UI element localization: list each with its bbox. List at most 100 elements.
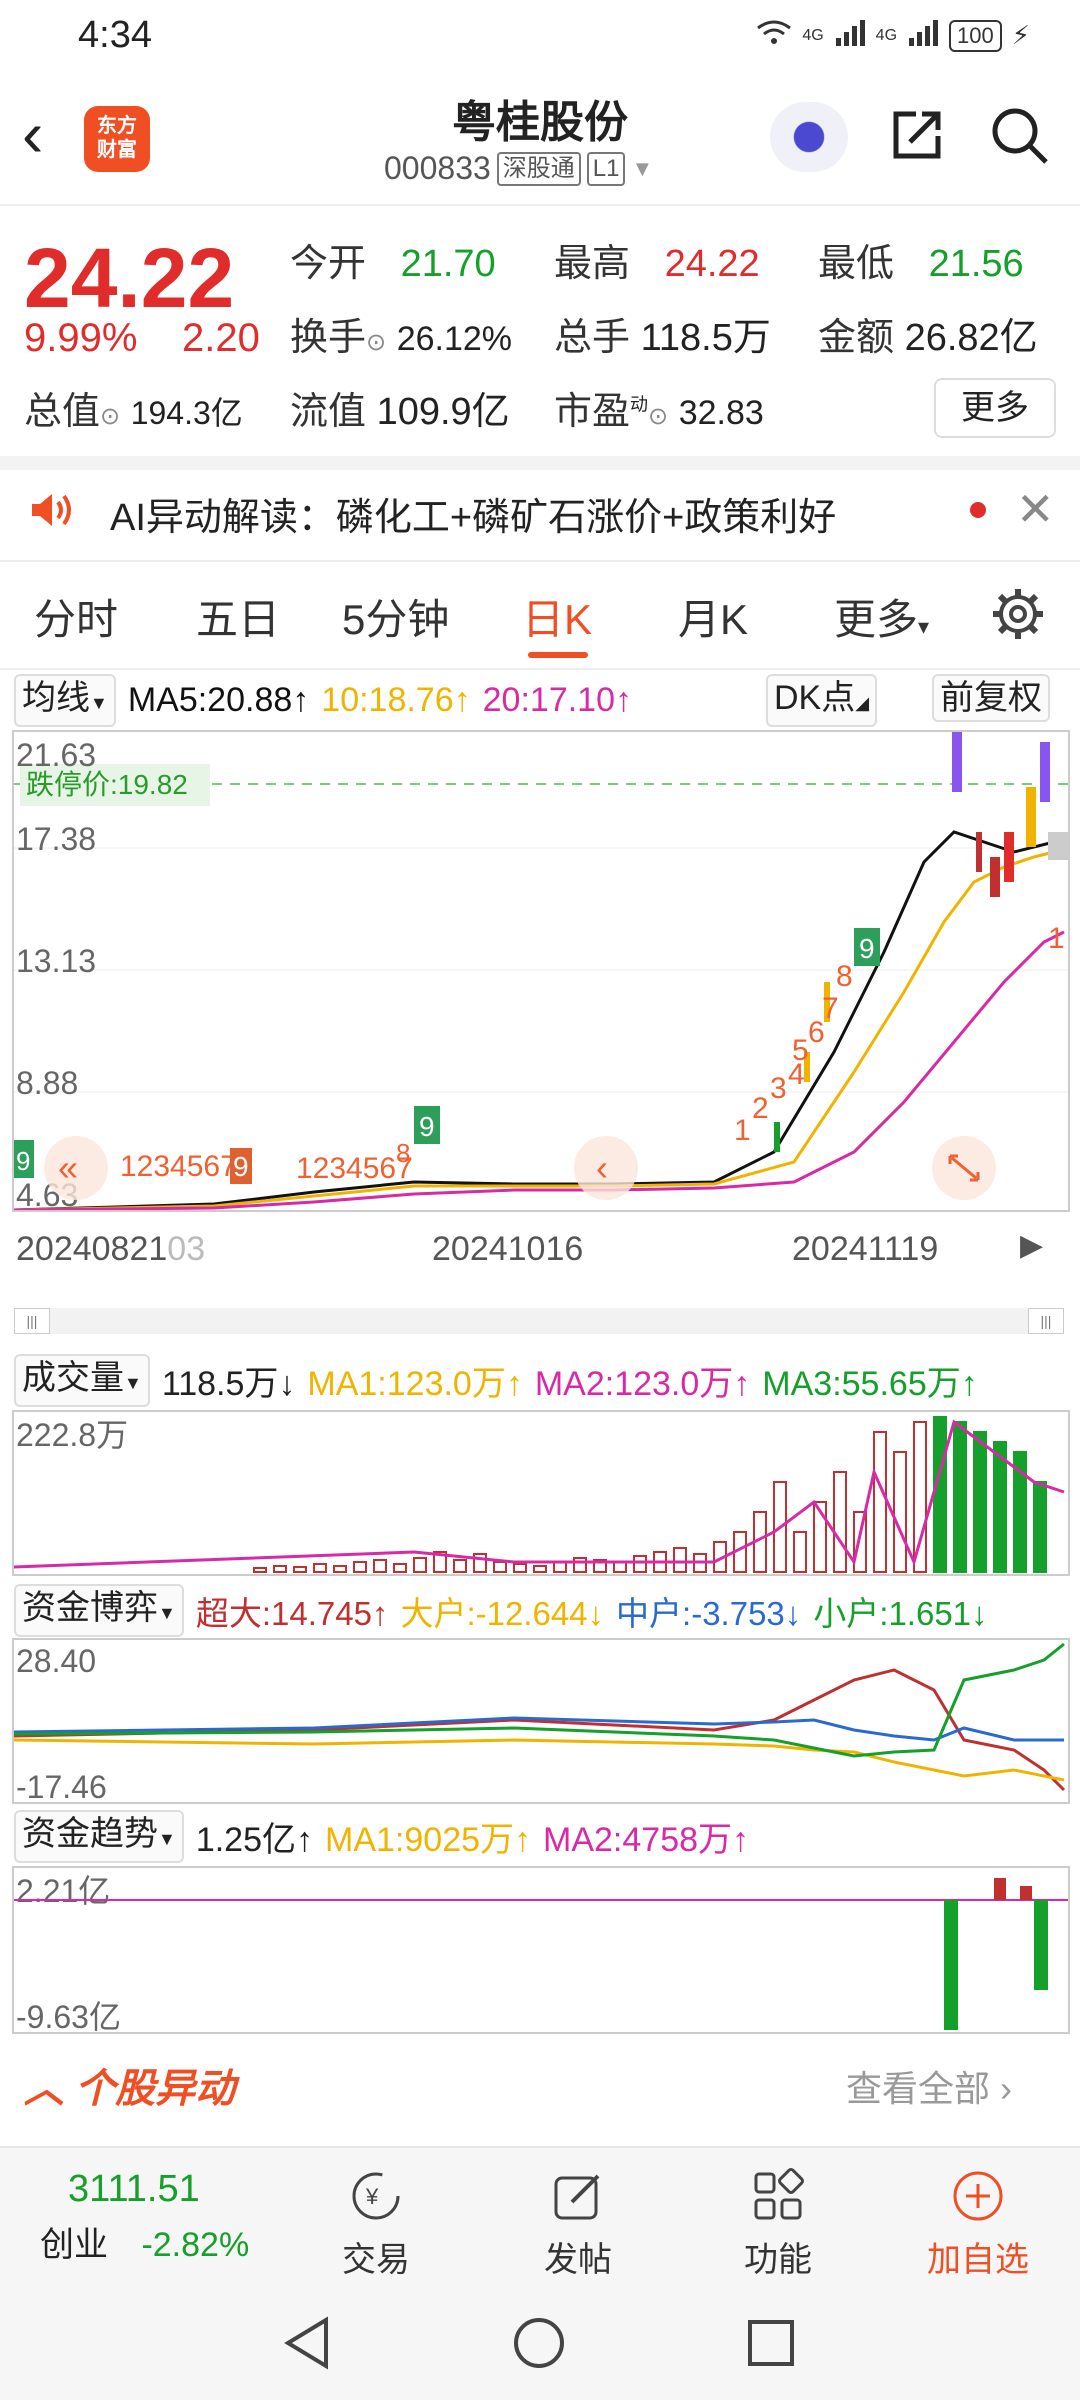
candle (774, 1122, 780, 1152)
signal-marker-b9-text: 9 (419, 1111, 435, 1142)
volume-ma2: MA2:123.0万↑ (534, 1365, 751, 1403)
volume-bar (833, 1471, 847, 1573)
volume-chart: 222.8万 (12, 1410, 1070, 1576)
view-all-link[interactable]: 查看全部 › (846, 2060, 1012, 2112)
index-name: 创业 (40, 2226, 108, 2264)
robot-assistant-icon[interactable] (770, 102, 848, 172)
fund-trend-value: 1.25亿↑ (195, 1821, 314, 1859)
ma-selector[interactable]: 均线▼ (14, 674, 116, 727)
kline-chart[interactable]: 跌停价:19.82 21.63 17.38 13.13 8.88 4.63 9 … (12, 730, 1070, 1212)
volume-ma3: MA3:55.65万↑ (762, 1365, 978, 1403)
fund-trend-row: 资金趋势▼ 1.25亿↑ MA1:9025万↑ MA2:4758万↑ (14, 1810, 749, 1863)
fund-trend-selector[interactable]: 资金趋势▼ (14, 1810, 184, 1863)
ma10-value: 10:18.76↑ (321, 681, 471, 719)
range-slider[interactable]: ||| ||| (14, 1308, 1064, 1334)
fund-trend-top: 2.21亿 (16, 1873, 110, 1909)
status-bar: 4:34 4G 4G 100 ⚡ (0, 0, 1080, 72)
fund-game-chip-label: 资金博弈 (22, 1589, 158, 1627)
scroll-right-icon[interactable]: ▶ (1020, 1228, 1043, 1263)
low-value: 21.56 (928, 243, 1024, 285)
candle (1048, 832, 1068, 860)
volume-bar (293, 1566, 307, 1573)
tab-5min[interactable]: 5分钟 (342, 586, 449, 647)
nav-function[interactable]: 功能 (708, 2168, 848, 2281)
mcap-item: 总值⊙ 194.3亿 (24, 380, 243, 435)
large-line (14, 1738, 1065, 1782)
volume-selector[interactable]: 成交量▼ (14, 1354, 150, 1407)
slider-handle-left[interactable]: ||| (14, 1308, 50, 1334)
chevron-right-icon: › (990, 2068, 1013, 2109)
tab-intraday[interactable]: 分时 (34, 586, 118, 647)
volume-bar (673, 1547, 687, 1573)
search-icon[interactable] (988, 104, 1050, 166)
volume-label: 总手 (554, 317, 631, 359)
home-circle-icon[interactable] (512, 2316, 566, 2370)
volume-bar (573, 1557, 587, 1573)
ma5-value: MA5:20.88↑ (127, 681, 310, 719)
fund-game-chart: 28.40 -17.46 (12, 1638, 1070, 1804)
nav-add-label: 加自选 (927, 2241, 1029, 2279)
ai-text: AI异动解读：磷化工+磷矿石涨价+政策利好 (110, 497, 837, 539)
tab-monthly-k[interactable]: 月K (678, 586, 748, 647)
nav-post[interactable]: 发帖 (508, 2168, 648, 2281)
candle (976, 832, 982, 872)
float-item: 流值 109.9亿 (290, 380, 510, 435)
movement-header[interactable]: ︿ 个股异动 (24, 2056, 235, 2114)
fund-mid: 中户:-3.753↓ (616, 1594, 802, 1632)
volume-bar (273, 1565, 287, 1573)
ai-banner[interactable]: AI异动解读：磷化工+磷矿石涨价+政策利好 ✕ (0, 470, 1080, 550)
recents-square-icon[interactable] (746, 2318, 796, 2368)
turnover-label: 换手 (290, 317, 367, 359)
close-icon[interactable]: ✕ (1016, 482, 1055, 536)
dk-point-selector[interactable]: DK点◢ (766, 674, 878, 727)
ma-chip-label: 均线 (22, 679, 90, 717)
slider-handle-right[interactable]: ||| (1028, 1308, 1064, 1334)
volume-ma1: MA1:123.0万↑ (307, 1365, 523, 1403)
stock-code-row[interactable]: 000833 深股通 L1 ▼ (384, 150, 653, 187)
volume-bar (353, 1561, 367, 1573)
nav-trade[interactable]: ¥ 交易 (306, 2168, 446, 2281)
fund-game-selector[interactable]: 资金博弈▼ (14, 1584, 184, 1637)
period-tabs: 分时 五日 5分钟 日K 月K 更多▾ (0, 560, 1080, 670)
info-icon[interactable]: ⊙ (366, 329, 386, 356)
volume-indicator-row: 成交量▼ 118.5万↓ MA1:123.0万↑ MA2:123.0万↑ MA3… (14, 1354, 978, 1407)
info-icon[interactable]: ⊙ (648, 403, 668, 430)
fund-trend-bottom: -9.63亿 (16, 1999, 121, 2034)
signal-marker-a9-text: 9 (233, 1151, 249, 1182)
fund-super: 超大:14.745↑ (195, 1594, 389, 1632)
share-icon[interactable] (888, 106, 946, 164)
seq-7: 7 (822, 992, 839, 1025)
nav-add-watchlist[interactable]: 加自选 (908, 2168, 1048, 2281)
high-label: 最高 (554, 243, 631, 285)
info-icon[interactable]: ⊙ (100, 403, 120, 430)
more-button[interactable]: 更多 (934, 378, 1056, 438)
tab-five-day[interactable]: 五日 (196, 586, 280, 647)
svg-text:¥: ¥ (365, 2184, 379, 2209)
nav-post-label: 发帖 (544, 2241, 612, 2279)
dk-chip-label: DK点 (774, 679, 856, 717)
volume-bar (533, 1565, 547, 1573)
back-triangle-icon[interactable] (282, 2316, 332, 2370)
pe-item: 市盈动⊙ 32.83 (554, 380, 764, 435)
volume-bar (333, 1565, 347, 1573)
volume-bar (893, 1451, 907, 1573)
y-tick-4: 8.88 (16, 1065, 78, 1101)
adjust-selector[interactable]: 前复权 (932, 674, 1050, 722)
tab-more[interactable]: 更多▾ (834, 586, 929, 647)
x-axis-labels: 2024082103 (16, 1230, 205, 1269)
tag-sgt: 深股通 (496, 151, 581, 186)
signal-label-2: 4G (875, 26, 898, 44)
volume-bar (513, 1563, 527, 1573)
tab-more-label: 更多 (834, 596, 919, 643)
fund-small: 小户:1.651↓ (813, 1594, 988, 1632)
volume-bar (873, 1431, 887, 1573)
candle (1026, 787, 1036, 847)
tag-l1: L1 (586, 151, 626, 186)
fund-trend-chip-label: 资金趋势 (22, 1815, 158, 1853)
settings-gear-icon[interactable] (990, 586, 1046, 642)
y-tick-3: 13.13 (16, 943, 96, 979)
tab-daily-k[interactable]: 日K (522, 586, 592, 647)
fund-bar (1020, 1886, 1032, 1900)
index-widget[interactable]: 3111.51 创业 -2.82% (40, 2168, 280, 2266)
volume-bar (793, 1531, 807, 1573)
